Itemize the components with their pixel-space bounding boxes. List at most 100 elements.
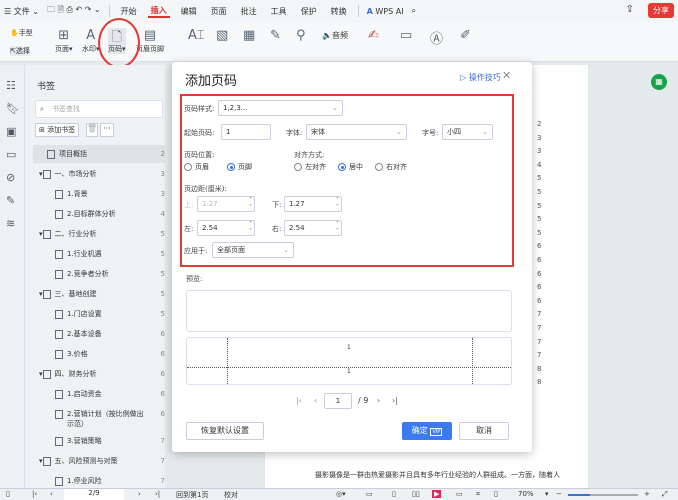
- bookmark-item[interactable]: 1.背景 3: [33, 185, 165, 203]
- text-box-icon[interactable]: A⌶: [188, 28, 205, 43]
- bookmark-icon[interactable]: 🔖︎: [6, 102, 20, 115]
- radio-align-left[interactable]: 左对齐: [294, 162, 326, 172]
- zoom-dropdown-icon[interactable]: ▾: [545, 490, 549, 498]
- radio-align-center[interactable]: 居中: [338, 162, 363, 172]
- bookmark-item[interactable]: 3.营销策略 7: [33, 432, 165, 450]
- comment-icon[interactable]: ▭: [6, 148, 16, 161]
- view-mode-icon[interactable]: ◎▾: [336, 490, 346, 498]
- style-select[interactable]: 1,2,3... ⌄: [218, 100, 343, 116]
- delete-bookmark-icon[interactable]: 🗑︎: [86, 123, 98, 137]
- read-mode-icon[interactable]: ▯: [494, 490, 498, 498]
- tab-comment[interactable]: 批注: [238, 6, 260, 17]
- quick-access-icons[interactable]: 🗀 🗎 ⎙ ↶ ↷ ⌄: [47, 4, 101, 18]
- radio-footer[interactable]: 页脚: [227, 162, 252, 172]
- audio-button[interactable]: 🔈音频: [322, 30, 348, 41]
- tab-edit[interactable]: 编辑: [178, 6, 200, 17]
- fit-icon[interactable]: ⌗: [476, 490, 480, 499]
- image-icon[interactable]: ▧: [216, 28, 228, 43]
- file-menu[interactable]: ☰ 文件 ⌄: [4, 6, 39, 17]
- proofread-button[interactable]: 校对: [224, 490, 238, 500]
- stamp-icon[interactable]: ⚲: [296, 28, 306, 43]
- apply-to-select[interactable]: 全部页面 ⌄: [212, 242, 294, 258]
- radio-header[interactable]: 页眉: [184, 162, 209, 172]
- bookmark-item[interactable]: 2.基本设备 6: [33, 325, 165, 343]
- spinner-icon[interactable]: ˄ ˅: [249, 197, 252, 211]
- bookmark-item[interactable]: 1.启动资金 6: [33, 385, 165, 403]
- table-icon[interactable]: ▦: [243, 28, 255, 43]
- watermark-button[interactable]: A 水印▾: [82, 28, 100, 54]
- bookmark-item[interactable]: 2.营销计划（按比例做出示范） 6: [33, 405, 165, 433]
- radio-align-right[interactable]: 右对齐: [375, 162, 407, 172]
- bookmark-item[interactable]: 1.行业机遇 5: [33, 245, 165, 263]
- outline-icon[interactable]: ☷: [6, 79, 16, 92]
- bookmark-item[interactable]: 3.价格 6: [33, 345, 165, 363]
- play-icon[interactable]: ▶: [432, 490, 442, 498]
- back-to-first-link[interactable]: 回到第1页: [176, 490, 208, 500]
- spinner-icon[interactable]: ˄ ˅: [249, 221, 252, 235]
- tab-page[interactable]: 页面: [208, 6, 230, 17]
- preview-page-input[interactable]: 1: [324, 393, 352, 409]
- two-page-icon[interactable]: ▯▯: [412, 490, 420, 498]
- zoom-out-icon[interactable]: −: [556, 490, 562, 498]
- last-page-icon[interactable]: ›|: [392, 396, 398, 405]
- zoom-in-icon[interactable]: +: [644, 490, 650, 498]
- start-page-input[interactable]: 1: [221, 124, 271, 140]
- select-tool-button[interactable]: ⇱选择: [10, 46, 30, 56]
- prev-page-icon[interactable]: ‹: [314, 396, 317, 405]
- search-icon[interactable]: ⌕: [412, 6, 416, 16]
- left-margin-input[interactable]: 2.54 ˄ ˅: [197, 220, 255, 236]
- ok-button[interactable]: 确定 VIP: [402, 422, 452, 440]
- signature-icon[interactable]: ✎: [6, 194, 15, 207]
- bookmark-item[interactable]: 项目概括 2: [33, 145, 165, 163]
- attachment-icon[interactable]: ⊘: [6, 171, 15, 184]
- layers-icon[interactable]: ≋: [6, 217, 15, 230]
- bookmark-item[interactable]: 2.竞争者分析 5: [33, 265, 165, 283]
- tab-convert[interactable]: 转换: [328, 6, 350, 17]
- sidebar-toggle-icon[interactable]: ▯: [6, 490, 10, 498]
- note-icon[interactable]: ✐: [460, 28, 471, 43]
- wps-ai-button[interactable]: A WPS AI: [367, 7, 404, 16]
- close-icon[interactable]: ✕: [502, 69, 511, 82]
- draw-icon[interactable]: ✍: [368, 28, 379, 43]
- cancel-button[interactable]: 取消: [459, 422, 509, 440]
- form-field-icon[interactable]: ▭: [400, 28, 412, 43]
- bookmark-item[interactable]: ▾ 二、行业分析 5: [33, 225, 165, 243]
- more-button[interactable]: ···: [100, 123, 114, 137]
- side-app-icon[interactable]: ▦: [651, 74, 667, 90]
- fullscreen-icon[interactable]: ⤢: [662, 490, 668, 499]
- reset-button[interactable]: 恢复默认设置: [186, 422, 264, 440]
- zoom-level[interactable]: 70%: [518, 490, 534, 498]
- tips-link[interactable]: ▷ 操作技巧: [460, 72, 501, 83]
- thumbnail-icon[interactable]: ▣: [6, 125, 16, 138]
- add-bookmark-button[interactable]: ⊞ 添加书签: [35, 123, 80, 137]
- right-margin-input[interactable]: 2.54 ˄ ˅: [284, 220, 342, 236]
- first-page-icon[interactable]: |‹: [32, 490, 37, 498]
- single-page-icon[interactable]: ▭: [366, 490, 373, 498]
- bookmark-search-input[interactable]: ⌕ 书签查找: [35, 100, 163, 118]
- next-page-icon[interactable]: ›: [138, 490, 141, 498]
- font-select[interactable]: 宋体 ⌄: [306, 124, 407, 140]
- spinner-icon[interactable]: ˄ ˅: [336, 197, 339, 211]
- prev-page-icon[interactable]: ‹: [50, 490, 53, 498]
- zoom-slider[interactable]: [568, 494, 638, 496]
- bookmark-item[interactable]: ▾ 一、市场分析 3: [33, 165, 165, 183]
- bookmark-item[interactable]: ▾ 五、风险预测与对策 7: [33, 452, 165, 470]
- page-indicator[interactable]: 2/9: [64, 489, 124, 500]
- sign-icon[interactable]: ✎: [270, 28, 281, 43]
- header-footer-button[interactable]: ▤ 页眉页脚: [136, 28, 164, 54]
- web-view-icon[interactable]: ▭: [456, 490, 463, 498]
- page-button[interactable]: ⊞ 页面▾: [55, 28, 73, 54]
- bottom-margin-input[interactable]: 1.27 ˄ ˅: [284, 196, 342, 212]
- bookmark-item[interactable]: ▾ 四、财务分析 6: [33, 365, 165, 383]
- tab-tools[interactable]: 工具: [268, 6, 290, 17]
- first-page-icon[interactable]: |‹: [296, 396, 302, 405]
- tab-protect[interactable]: 保护: [298, 6, 320, 17]
- share-button[interactable]: 分享: [648, 3, 674, 18]
- hand-tool-button[interactable]: ✋手型: [10, 28, 33, 38]
- next-page-icon[interactable]: ›: [377, 396, 380, 405]
- bookmark-item[interactable]: ▾ 三、基地创建 5: [33, 285, 165, 303]
- last-page-icon[interactable]: ›|: [155, 490, 160, 498]
- text-frame-icon[interactable]: Ⓐ: [430, 28, 443, 47]
- size-select[interactable]: 小四 ⌄: [442, 124, 493, 140]
- bookmark-item[interactable]: 1.门店设置 5: [33, 305, 165, 323]
